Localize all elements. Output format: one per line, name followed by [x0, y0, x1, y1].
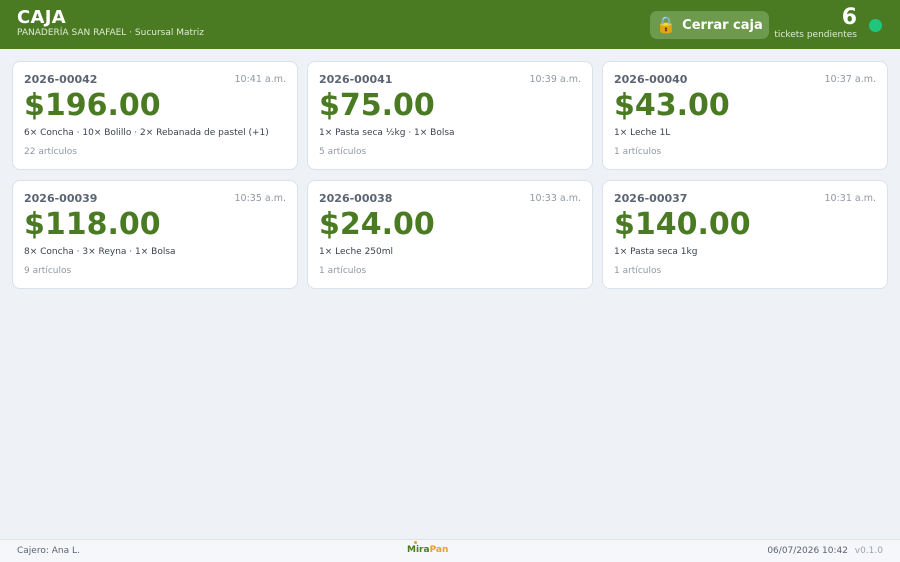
logo-dot-icon [414, 541, 417, 544]
store-subtitle: PANADERÍA SAN RAFAEL · Sucursal Matriz [17, 28, 204, 38]
tickets-grid: 2026-00042 10:41 a.m. $196.00 6× Concha … [12, 61, 888, 289]
close-register-button[interactable]: 🔒 Cerrar caja [650, 11, 769, 39]
ticket-id: 2026-00040 [614, 73, 688, 86]
app-version: v0.1.0 [854, 546, 883, 556]
ticket-card[interactable]: 2026-00038 10:33 a.m. $24.00 1× Leche 25… [307, 180, 593, 289]
ticket-item-count: 5 artículos [319, 147, 367, 157]
ticket-total: $43.00 [614, 88, 730, 123]
pending-tickets-count: 6 [841, 5, 857, 30]
connection-status-indicator [869, 19, 882, 32]
ticket-item-count: 1 artículos [614, 266, 662, 276]
ticket-card[interactable]: 2026-00042 10:41 a.m. $196.00 6× Concha … [12, 61, 298, 170]
lock-icon: 🔒 [656, 15, 677, 34]
ticket-items-summary: 1× Pasta seca ½kg · 1× Bolsa [319, 128, 455, 138]
app-title: CAJA [17, 7, 66, 28]
ticket-items-summary: 8× Concha · 3× Reyna · 1× Bolsa [24, 247, 176, 257]
ticket-id: 2026-00039 [24, 192, 98, 205]
ticket-total: $196.00 [24, 88, 161, 123]
ticket-card[interactable]: 2026-00040 10:37 a.m. $43.00 1× Leche 1L… [602, 61, 888, 170]
app-header: CAJA PANADERÍA SAN RAFAEL · Sucursal Mat… [0, 0, 900, 49]
ticket-card[interactable]: 2026-00037 10:31 a.m. $140.00 1× Pasta s… [602, 180, 888, 289]
ticket-time: 10:33 a.m. [529, 193, 581, 204]
ticket-total: $75.00 [319, 88, 435, 123]
ticket-card[interactable]: 2026-00041 10:39 a.m. $75.00 1× Pasta se… [307, 61, 593, 170]
ticket-time: 10:37 a.m. [824, 74, 876, 85]
ticket-time: 10:31 a.m. [824, 193, 876, 204]
ticket-id: 2026-00038 [319, 192, 393, 205]
current-datetime: 06/07/2026 10:42 [767, 546, 848, 556]
ticket-total: $24.00 [319, 207, 435, 242]
ticket-total: $140.00 [614, 207, 751, 242]
ticket-item-count: 1 artículos [614, 147, 662, 157]
ticket-item-count: 22 artículos [24, 147, 77, 157]
ticket-time: 10:41 a.m. [234, 74, 286, 85]
ticket-id: 2026-00037 [614, 192, 688, 205]
close-register-label: Cerrar caja [682, 17, 763, 33]
ticket-item-count: 9 artículos [24, 266, 72, 276]
ticket-card[interactable]: 2026-00039 10:35 a.m. $118.00 8× Concha … [12, 180, 298, 289]
ticket-time: 10:35 a.m. [234, 193, 286, 204]
ticket-items-summary: 6× Concha · 10× Bolillo · 2× Rebanada de… [24, 128, 269, 138]
ticket-id: 2026-00041 [319, 73, 393, 86]
logo-text-mira: Mira [407, 545, 430, 555]
ticket-item-count: 1 artículos [319, 266, 367, 276]
mirapan-logo: MiraPan [407, 545, 448, 555]
ticket-items-summary: 1× Pasta seca 1kg [614, 247, 698, 257]
ticket-total: $118.00 [24, 207, 161, 242]
pending-tickets-label: tickets pendientes [774, 30, 857, 40]
cashier-name: Cajero: Ana L. [17, 546, 80, 556]
ticket-time: 10:39 a.m. [529, 74, 581, 85]
status-footer: Cajero: Ana L. MiraPan 06/07/2026 10:42 … [0, 539, 900, 562]
ticket-items-summary: 1× Leche 1L [614, 128, 671, 138]
ticket-items-summary: 1× Leche 250ml [319, 247, 394, 257]
logo-text-pan: Pan [429, 545, 449, 555]
ticket-id: 2026-00042 [24, 73, 98, 86]
